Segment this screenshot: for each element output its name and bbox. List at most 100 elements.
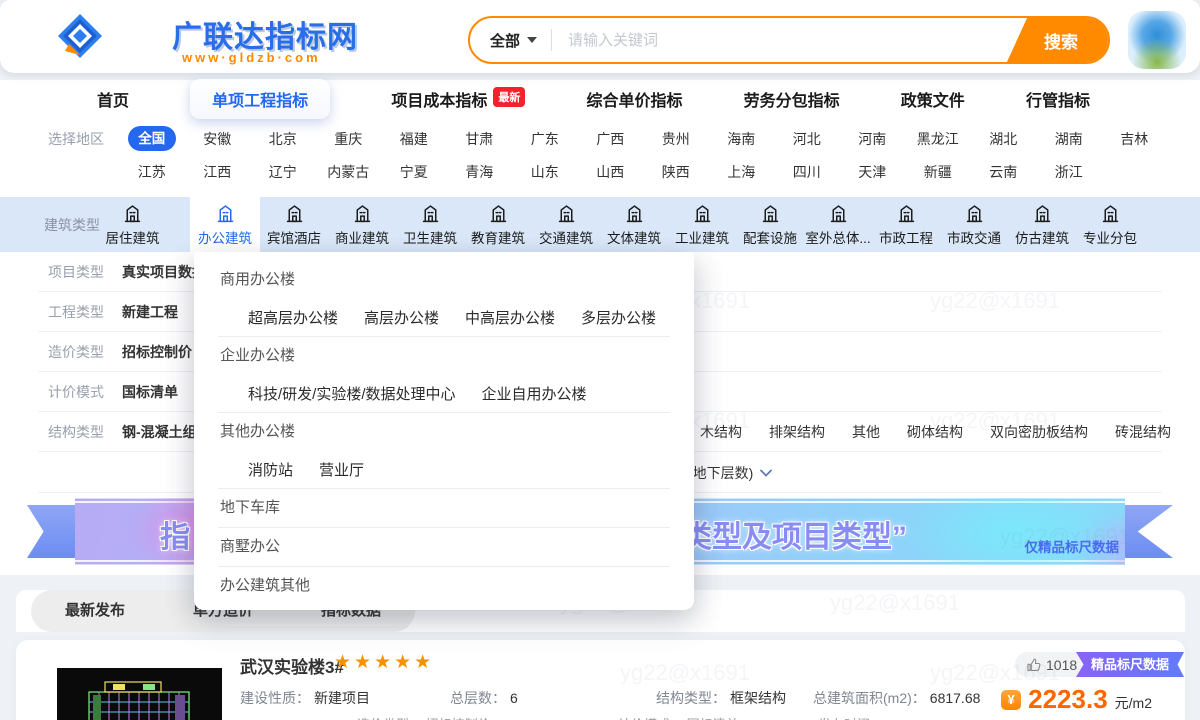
- region-item[interactable]: 北京: [250, 129, 316, 149]
- nav-project-cost-index[interactable]: 项目成本指标 最新: [391, 86, 526, 112]
- region-item[interactable]: 上海: [709, 162, 775, 182]
- region-item[interactable]: 陕西: [643, 162, 709, 182]
- building-type-item-label: 交通建筑: [539, 230, 593, 246]
- dropdown-option[interactable]: 消防站: [248, 459, 293, 480]
- dropdown-option[interactable]: 高层办公楼: [364, 307, 439, 328]
- region-item[interactable]: 新疆: [905, 162, 971, 182]
- structure-option[interactable]: 双向密肋板结构: [990, 422, 1088, 442]
- region-item[interactable]: 山东: [512, 162, 578, 182]
- region-item[interactable]: 海南: [709, 129, 775, 149]
- region-item[interactable]: 江苏: [119, 162, 185, 182]
- structure-option[interactable]: 排架结构: [769, 422, 825, 442]
- building-type-item[interactable]: 室外总体...: [804, 197, 872, 252]
- building-type-item[interactable]: 专业分包: [1076, 197, 1144, 252]
- region-item[interactable]: 辽宁: [250, 162, 316, 182]
- region-item[interactable]: 四川: [774, 162, 840, 182]
- dropdown-option[interactable]: 营业厅: [319, 459, 364, 480]
- building-type-item[interactable]: 市政交通: [940, 197, 1008, 252]
- building-type-item[interactable]: 市政工程: [872, 197, 940, 252]
- region-item[interactable]: 山西: [578, 162, 644, 182]
- region-item[interactable]: 广西: [578, 129, 644, 149]
- building-type-item[interactable]: 配套设施: [736, 197, 804, 252]
- building-type-item[interactable]: 工业建筑: [668, 197, 736, 252]
- project-title[interactable]: 武汉实验楼3#: [240, 653, 344, 678]
- building-type-item-label: 配套设施: [743, 230, 797, 246]
- filter-selected-value[interactable]: 国标清单: [122, 382, 178, 402]
- building-type-item[interactable]: 宾馆酒店: [260, 197, 328, 252]
- search-input[interactable]: [566, 30, 1006, 50]
- building-type-item[interactable]: 办公建筑: [190, 197, 260, 252]
- region-item[interactable]: 福建: [381, 129, 447, 149]
- likes-pill[interactable]: 1018: [1015, 652, 1089, 677]
- region-item[interactable]: 重庆: [316, 129, 382, 149]
- building-type-item[interactable]: 文体建筑: [600, 197, 668, 252]
- dropdown-option[interactable]: 多层办公楼: [581, 307, 656, 328]
- structure-option[interactable]: 其他: [852, 422, 880, 442]
- region-item[interactable]: 广东: [512, 129, 578, 149]
- floor-count-expander[interactable]: (地下层数): [688, 463, 773, 483]
- building-type-item-label: 教育建筑: [471, 230, 525, 246]
- search-button[interactable]: 搜索: [1006, 18, 1108, 62]
- nav-policy-files[interactable]: 政策文件: [901, 87, 965, 111]
- nav-composite-price-index[interactable]: 综合单价指标: [586, 87, 682, 111]
- banner-text-left: 指: [160, 521, 190, 554]
- nav-single-project-index[interactable]: 单项工程指标: [190, 79, 331, 119]
- logo-icon[interactable]: [56, 12, 104, 60]
- region-item[interactable]: 青海: [447, 162, 513, 182]
- region-item[interactable]: 云南: [971, 162, 1037, 182]
- building-type-item[interactable]: 仿古建筑: [1008, 197, 1076, 252]
- result-tab[interactable]: 最新发布: [31, 590, 159, 632]
- unit-price: ¥ 2223.3 元/m2: [1001, 684, 1152, 715]
- region-item[interactable]: 吉林: [1102, 129, 1168, 149]
- page: 广联达指标网 www·gldzb·com 全部 搜索 首页 单项工程指标 项目成…: [0, 0, 1200, 720]
- dropdown-group-commercial-villa-office[interactable]: 商墅办公: [194, 528, 694, 566]
- project-field: 结构类型： 框架结构: [656, 688, 813, 708]
- region-item[interactable]: 河南: [840, 129, 906, 149]
- structure-option[interactable]: 木结构: [700, 422, 742, 442]
- field-value: 6817.68: [929, 690, 981, 706]
- region-item[interactable]: 安徽: [185, 129, 251, 149]
- region-item[interactable]: 湖南: [1036, 129, 1102, 149]
- main-nav: 首页 单项工程指标 项目成本指标 最新 综合单价指标 劳务分包指标 政策文件 行管…: [0, 79, 1200, 119]
- structure-option[interactable]: 砖混结构: [1115, 422, 1171, 442]
- thumbs-up-icon: [1027, 658, 1041, 671]
- building-type-item[interactable]: 居住建筑: [102, 197, 163, 252]
- structure-option[interactable]: 砌体结构: [907, 422, 963, 442]
- avatar[interactable]: [1128, 11, 1186, 69]
- filter-selected-value[interactable]: 新建工程: [122, 302, 178, 322]
- field-label: 建设性质：: [240, 690, 310, 706]
- chevron-down-icon[interactable]: [527, 37, 538, 43]
- dropdown-option[interactable]: 中高层办公楼: [465, 307, 555, 328]
- nav-home[interactable]: 首页: [97, 87, 129, 111]
- building-type-item[interactable]: 教育建筑: [464, 197, 532, 252]
- dropdown-option[interactable]: 超高层办公楼: [248, 307, 338, 328]
- dropdown-group-enterprise-office[interactable]: 企业办公楼: [194, 337, 694, 375]
- dropdown-option[interactable]: 科技/研发/实验楼/数据处理中心: [248, 383, 456, 404]
- building-type-item[interactable]: 交通建筑: [532, 197, 600, 252]
- region-item[interactable]: 黑龙江: [905, 129, 971, 149]
- dropdown-option[interactable]: 企业自用办公楼: [482, 383, 587, 404]
- building-type-item[interactable]: 卫生建筑: [396, 197, 464, 252]
- search-category-select[interactable]: 全部: [490, 30, 520, 51]
- dropdown-group-other-office[interactable]: 其他办公楼: [194, 413, 694, 451]
- nav-admin-index[interactable]: 行管指标: [1026, 87, 1090, 111]
- filter-selected-value[interactable]: 招标控制价: [122, 342, 192, 362]
- region-item[interactable]: 贵州: [643, 129, 709, 149]
- region-item[interactable]: 江西: [185, 162, 251, 182]
- region-item[interactable]: 宁夏: [381, 162, 447, 182]
- nav-labor-subcontract-index[interactable]: 劳务分包指标: [744, 87, 840, 111]
- region-item[interactable]: 河北: [774, 129, 840, 149]
- field-label: 总层数：: [450, 690, 506, 706]
- dropdown-group-office-other[interactable]: 办公建筑其他: [194, 567, 694, 605]
- region-item[interactable]: 湖北: [971, 129, 1037, 149]
- region-item[interactable]: 甘肃: [447, 129, 513, 149]
- dropdown-group-commercial-office[interactable]: 商用办公楼: [194, 261, 694, 299]
- region-selected-national[interactable]: 全国: [127, 126, 176, 151]
- building-type-icon: [284, 203, 305, 224]
- dropdown-group-underground-garage[interactable]: 地下车库: [194, 489, 694, 527]
- region-item[interactable]: 天津: [840, 162, 906, 182]
- star-rating: ★★★★★: [334, 652, 435, 673]
- region-item[interactable]: 内蒙古: [316, 162, 382, 182]
- region-item[interactable]: 浙江: [1036, 162, 1102, 182]
- building-type-item[interactable]: 商业建筑: [328, 197, 396, 252]
